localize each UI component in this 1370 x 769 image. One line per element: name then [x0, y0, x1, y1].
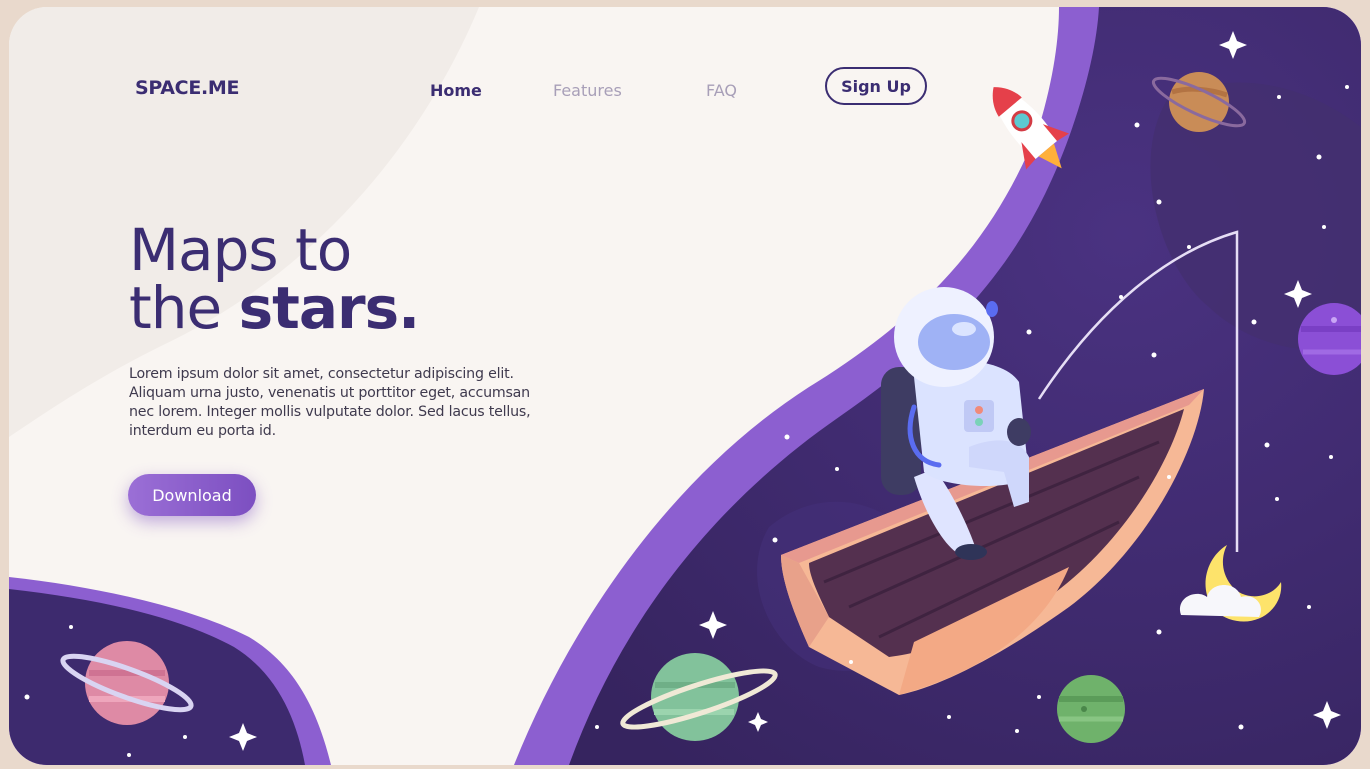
hero-title-line-2-prefix: the	[129, 274, 239, 342]
planet-icon	[1057, 675, 1125, 743]
hero-title-line-2: the stars.	[129, 279, 420, 337]
hero-title-line-1: Maps to	[129, 216, 352, 284]
download-button[interactable]: Download	[128, 474, 256, 516]
nav-faq-link[interactable]: FAQ	[706, 81, 737, 100]
hero-title-line-2-emphasis: stars.	[238, 274, 421, 342]
brand-logo[interactable]: SPACE.ME	[135, 77, 240, 99]
sign-up-button[interactable]: Sign Up	[825, 67, 927, 105]
nav-features-link[interactable]: Features	[553, 81, 622, 100]
hero-title: Maps to the stars.	[129, 216, 420, 337]
hero-description: Lorem ipsum dolor sit amet, consectetur …	[129, 366, 531, 439]
nav-home-link[interactable]: Home	[430, 81, 482, 100]
landing-page: SPACE.ME Home Features FAQ Sign Up Maps …	[9, 7, 1361, 765]
